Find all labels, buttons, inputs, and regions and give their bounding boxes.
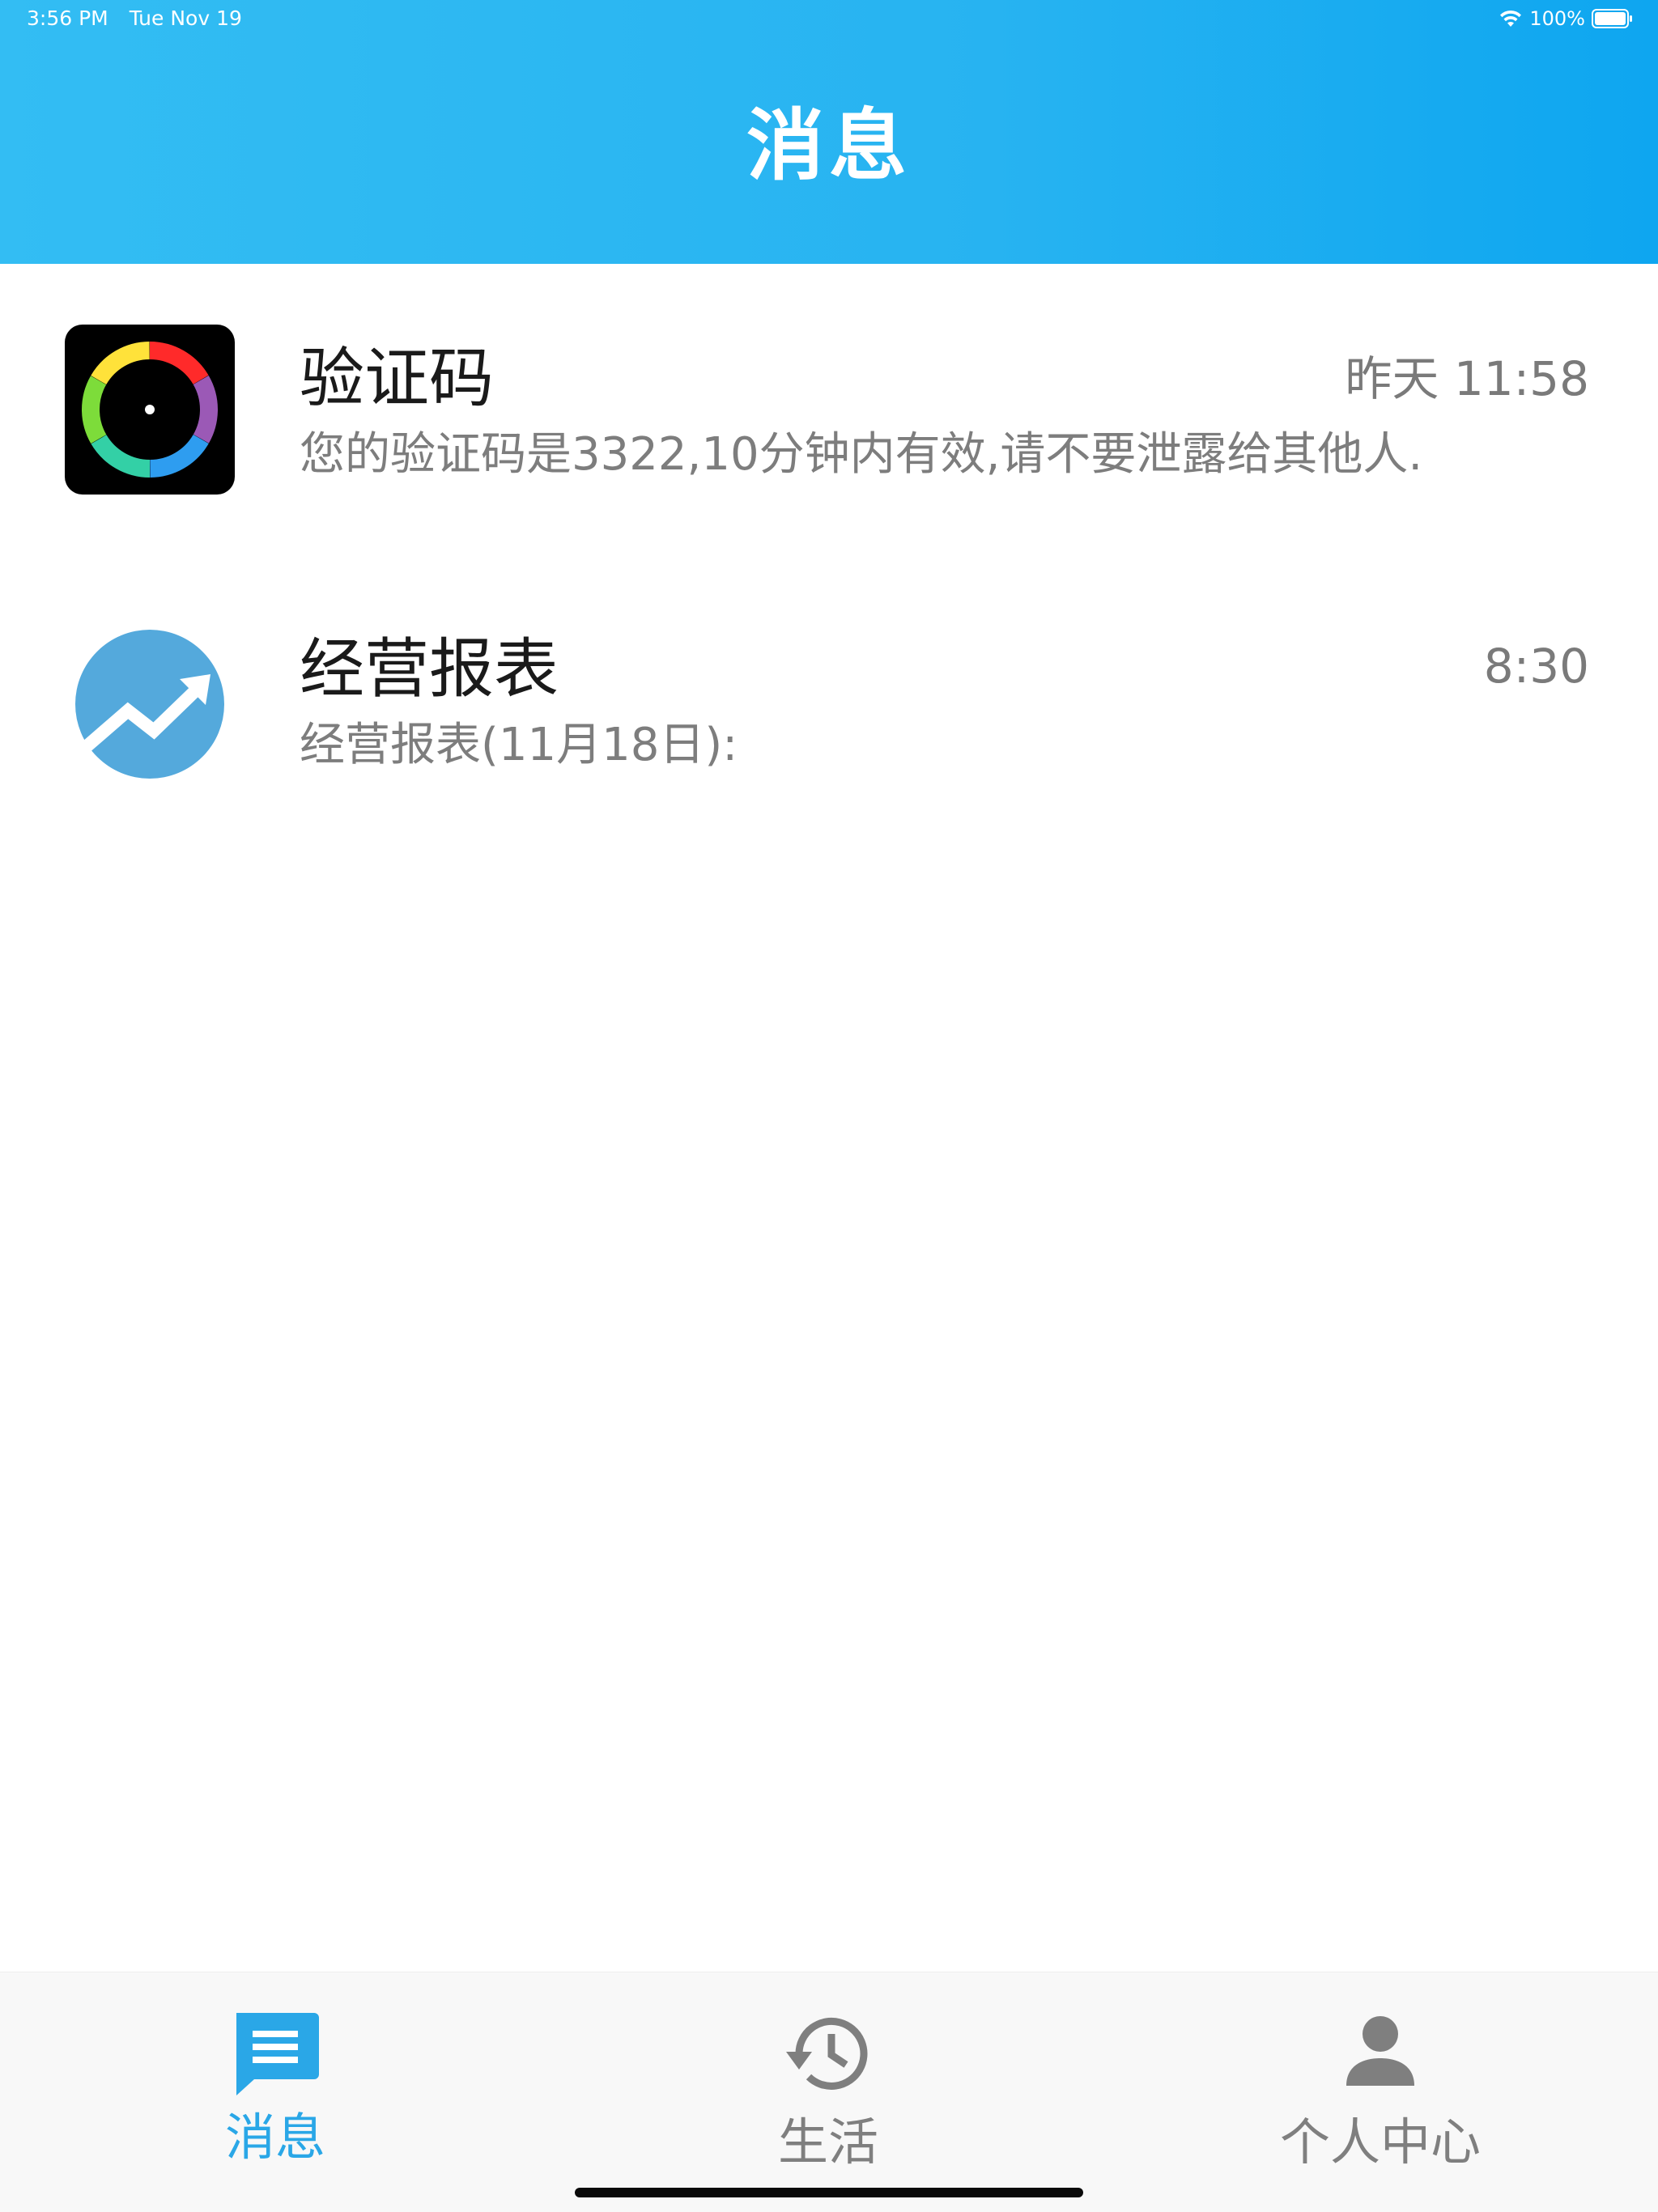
- header-bar: 3:56 PM Tue Nov 19 100% 消息: [0, 0, 1658, 264]
- home-indicator: [575, 2188, 1083, 2197]
- wifi-icon: [1500, 10, 1522, 27]
- message-title: 经营报表: [300, 631, 559, 707]
- tab-messages[interactable]: 消息: [113, 1972, 437, 2212]
- status-date: Tue Nov 19: [129, 6, 242, 30]
- person-icon: [1346, 2016, 1414, 2086]
- tab-label: 生活: [777, 2112, 878, 2172]
- message-time: 8:30: [1483, 639, 1589, 694]
- message-item-verification[interactable]: 验证码 昨天 11:58 您的验证码是3322,10分钟内有效,请不要泄露给其他…: [0, 308, 1658, 534]
- message-title: 验证码: [300, 341, 494, 416]
- tab-life[interactable]: 生活: [666, 1972, 990, 2212]
- message-icon: [236, 2013, 319, 2095]
- color-wheel-icon: [65, 325, 235, 495]
- page-title: 消息: [746, 100, 912, 191]
- status-time: 3:56 PM: [27, 6, 108, 30]
- battery-percent: 100%: [1529, 7, 1585, 30]
- battery-icon: [1592, 9, 1632, 28]
- tab-label: 个人中心: [1279, 2112, 1481, 2172]
- trend-up-icon: [74, 630, 224, 779]
- history-icon: [786, 2017, 868, 2090]
- message-item-report[interactable]: 经营报表 8:30 经营报表(11月18日):: [0, 599, 1658, 826]
- message-time: 昨天 11:58: [1345, 351, 1589, 406]
- message-preview: 您的验证码是3322,10分钟内有效,请不要泄露给其他人.: [300, 428, 1423, 481]
- tab-bar: 消息 生活 个人中心: [0, 1972, 1658, 2212]
- message-preview: 经营报表(11月18日):: [300, 719, 738, 771]
- status-bar-left: 3:56 PM Tue Nov 19: [27, 6, 257, 31]
- status-bar-right: 100%: [1499, 6, 1634, 31]
- tab-label: 消息: [224, 2108, 325, 2167]
- tab-profile[interactable]: 个人中心: [1218, 1972, 1542, 2212]
